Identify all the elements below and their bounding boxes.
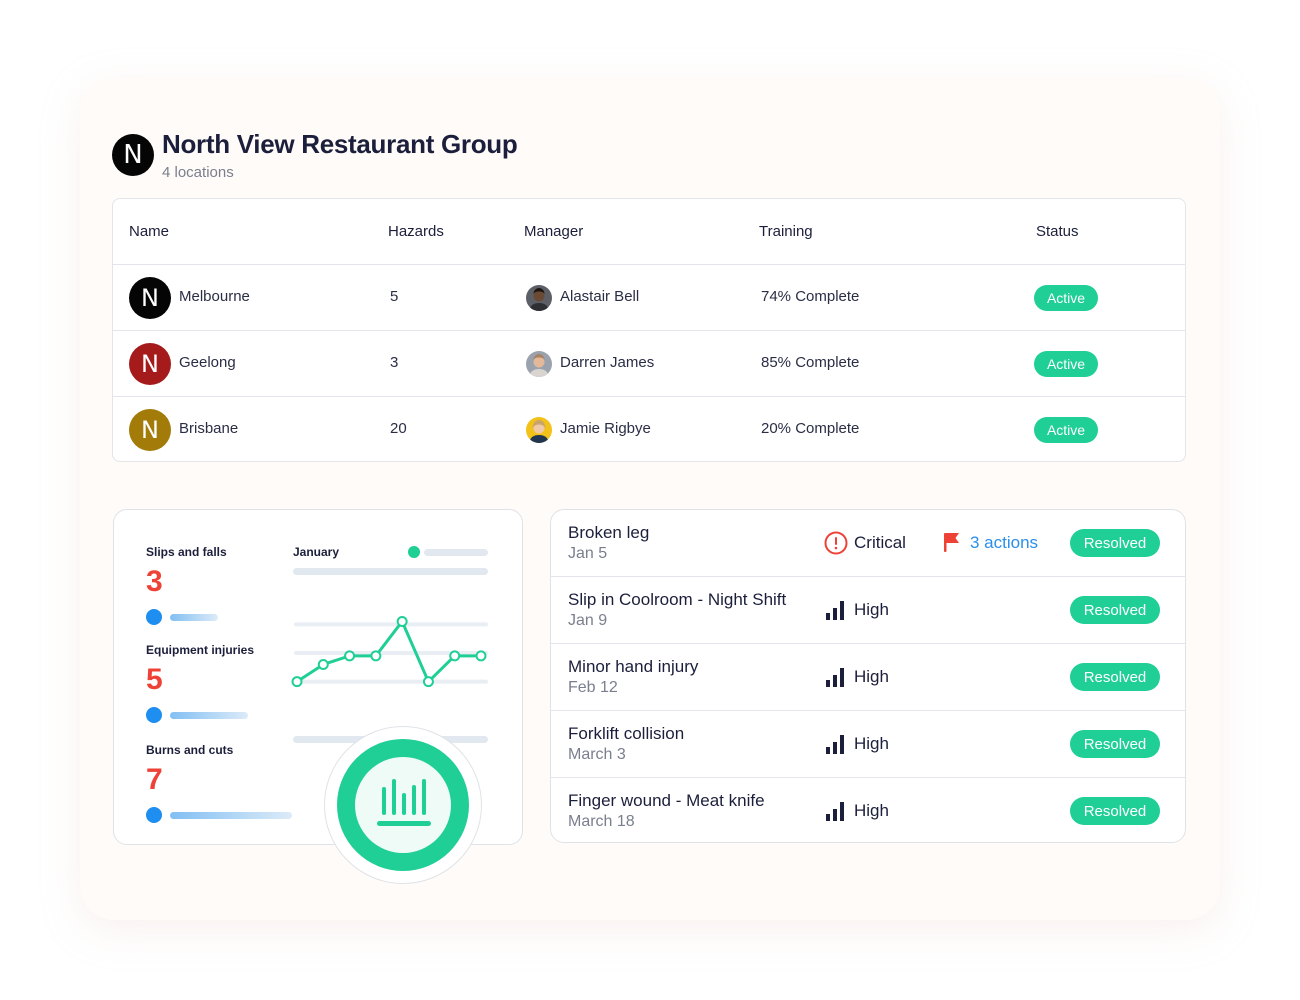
column-header-training[interactable]: Training (759, 223, 813, 240)
incident-title: Forklift collision (568, 724, 685, 743)
status-badge: Resolved (1070, 730, 1160, 758)
manager-name: Jamie Rigbye (560, 420, 651, 437)
incidents-list: Broken leg Jan 5 Critical 3 actions Reso… (550, 509, 1186, 843)
hazard-count: 3 (390, 354, 399, 371)
stat-bar (170, 614, 218, 621)
stat-bar (170, 712, 248, 719)
column-header-status[interactable]: Status (1036, 223, 1079, 240)
location-name: Brisbane (179, 420, 239, 437)
chart-header-bar (293, 568, 488, 575)
manager-avatar (526, 417, 552, 443)
flag-icon (944, 533, 959, 552)
data-point[interactable] (291, 676, 303, 688)
stat-label: Burns and cuts (146, 743, 234, 757)
hazard-count: 5 (390, 288, 399, 305)
incident-title: Finger wound - Meat knife (568, 791, 765, 810)
signal-bars-icon (826, 802, 844, 821)
data-point[interactable] (449, 650, 461, 662)
status-badge: Active (1034, 285, 1098, 311)
table-row[interactable]: N Geelong 3 Darren James 85% Complete Ac… (113, 331, 1185, 397)
table-row[interactable]: N Brisbane 20 Jamie Rigbye 20% Complete … (113, 397, 1185, 463)
alert-circle-icon (824, 531, 848, 555)
incident-row[interactable]: Forklift collision March 3 High Resolved (551, 711, 1185, 778)
org-logo: N (112, 134, 154, 176)
incident-row[interactable]: Finger wound - Meat knife March 18 High … (551, 778, 1185, 842)
status-badge: Resolved (1070, 663, 1160, 691)
location-name: Melbourne (179, 288, 250, 305)
status-badge: Resolved (1070, 529, 1160, 557)
stat-dot (146, 707, 162, 723)
incident-title: Slip in Coolroom - Night Shift (568, 590, 787, 609)
data-point[interactable] (475, 650, 487, 662)
stat-value: 5 (146, 663, 163, 696)
location-logo: N (129, 277, 171, 319)
incident-row[interactable]: Slip in Coolroom - Night Shift Jan 9 Hig… (551, 577, 1185, 644)
org-location-count: 4 locations (162, 164, 234, 181)
severity-label: Critical (854, 533, 906, 552)
chart-legend-label: January (293, 545, 340, 559)
org-title: North View Restaurant Group (162, 129, 518, 159)
severity-label: High (854, 734, 889, 753)
incident-title: Broken leg (568, 523, 650, 542)
manager-avatar (526, 351, 552, 377)
training-progress: 74% Complete (761, 288, 860, 305)
legend-dot (408, 546, 420, 558)
severity-label: High (854, 667, 889, 686)
data-point[interactable] (344, 650, 356, 662)
location-logo: N (129, 409, 171, 451)
location-name: Geelong (179, 354, 236, 371)
stat-bar (170, 812, 292, 819)
bar-chart-icon (355, 757, 451, 853)
stat-value: 3 (146, 565, 163, 598)
stat-label: Slips and falls (146, 545, 227, 559)
status-badge: Resolved (1070, 797, 1160, 825)
actions-link[interactable]: 3 actions (970, 533, 1038, 553)
incident-date: Feb 12 (568, 679, 618, 696)
table-row[interactable]: N Melbourne 5 Alastair Bell 74% Complete… (113, 265, 1185, 331)
incident-row[interactable]: Minor hand injury Feb 12 High Resolved (551, 644, 1185, 711)
severity-label: High (854, 801, 889, 820)
data-point[interactable] (370, 650, 382, 662)
incident-title: Minor hand injury (568, 657, 699, 676)
status-badge: Active (1034, 417, 1098, 443)
incident-date: Jan 9 (568, 612, 608, 629)
location-logo: N (129, 343, 171, 385)
data-point[interactable] (396, 615, 408, 627)
incident-date: Jan 5 (568, 545, 608, 562)
status-badge: Active (1034, 351, 1098, 377)
status-badge: Resolved (1070, 596, 1160, 624)
stat-dot (146, 609, 162, 625)
manager-name: Alastair Bell (560, 288, 640, 305)
training-progress: 20% Complete (761, 420, 860, 437)
data-point[interactable] (317, 658, 329, 670)
trend-line-chart (291, 615, 488, 688)
incident-row[interactable]: Broken leg Jan 5 Critical 3 actions Reso… (551, 510, 1185, 577)
severity-label: High (854, 600, 889, 619)
legend-bar (424, 549, 488, 556)
signal-bars-icon (826, 735, 844, 754)
hazard-count: 20 (390, 420, 407, 437)
manager-avatar (526, 285, 552, 311)
signal-bars-icon (826, 668, 844, 687)
stat-label: Equipment injuries (146, 643, 255, 657)
locations-table: Name Hazards Manager Training Status N M… (112, 198, 1186, 462)
stat-dot (146, 807, 162, 823)
training-progress: 85% Complete (761, 354, 860, 371)
manager-name: Darren James (560, 354, 655, 371)
column-header-hazards[interactable]: Hazards (388, 223, 444, 240)
incident-date: March 18 (568, 813, 635, 830)
data-point[interactable] (422, 676, 434, 688)
column-header-manager[interactable]: Manager (524, 223, 583, 240)
stat-value: 7 (146, 763, 163, 796)
column-header-name[interactable]: Name (129, 223, 169, 240)
incident-date: March 3 (568, 746, 626, 763)
signal-bars-icon (826, 601, 844, 620)
